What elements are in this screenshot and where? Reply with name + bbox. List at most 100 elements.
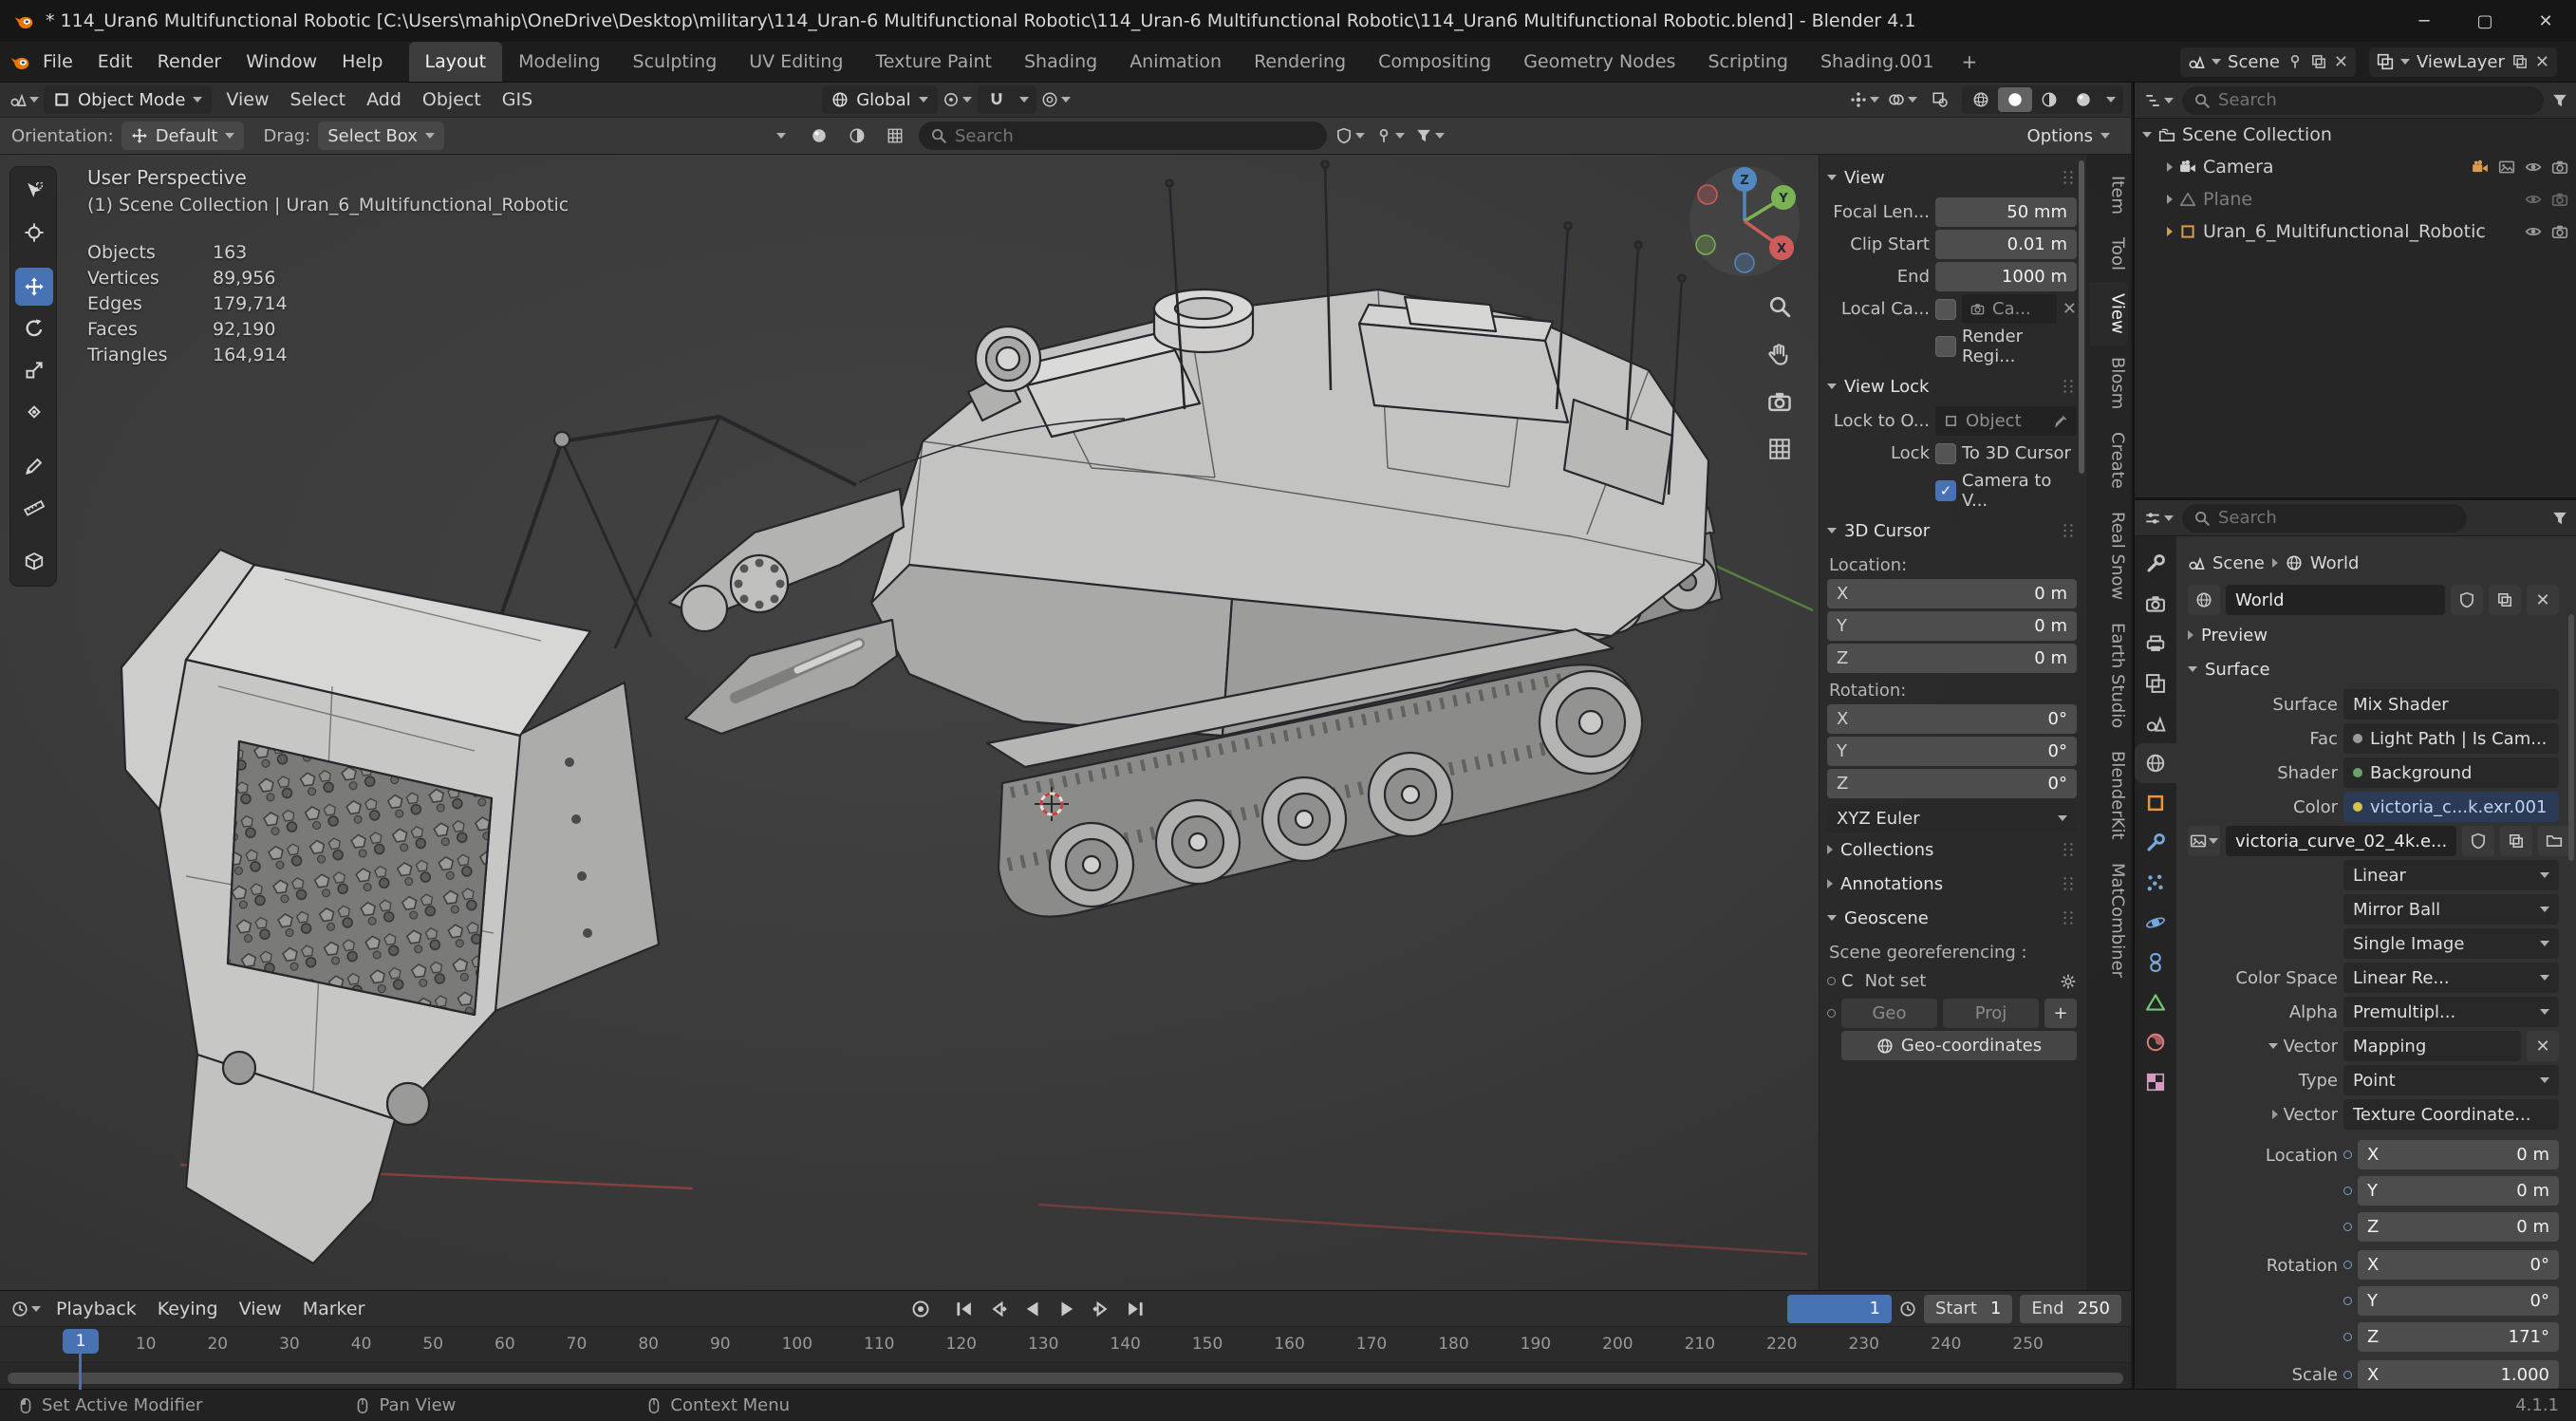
play-reverse-button[interactable] [1022, 1299, 1043, 1319]
viewport-menu[interactable]: Object [412, 89, 492, 110]
sidebar-tab[interactable]: Create [2090, 421, 2128, 500]
keyframe-dot[interactable] [2343, 1370, 2352, 1379]
grip-icon[interactable] [2060, 875, 2077, 892]
menubar-menu[interactable]: File [30, 42, 85, 82]
outliner-search[interactable] [2182, 85, 2544, 115]
hide-viewport-icon[interactable] [2525, 159, 2542, 176]
frame-start-field[interactable]: Start 1 [1923, 1294, 2013, 1323]
section-geoscene[interactable]: Geoscene [1827, 901, 2077, 935]
tab-view-layer[interactable] [2135, 664, 2176, 703]
shading-dropdown[interactable] [2100, 87, 2121, 112]
shading-material-button[interactable] [2032, 87, 2066, 112]
texture-coordinate-field[interactable]: Texture Coordinate... [2343, 1099, 2559, 1130]
camera-view-icon[interactable] [1763, 384, 1797, 419]
timeline-menu[interactable]: Playback [46, 1299, 147, 1319]
menubar-menu[interactable]: Edit [85, 42, 145, 82]
properties-search[interactable] [2182, 503, 2467, 533]
tab-texture[interactable] [2135, 1062, 2176, 1102]
pin-icon[interactable] [2287, 53, 2304, 70]
cursor-location-field[interactable]: Y0 m [1827, 611, 2077, 641]
shader-field[interactable]: Background [2343, 757, 2559, 788]
jump-to-end-button[interactable] [1125, 1299, 1146, 1319]
cursor-location-field[interactable]: X0 m [1827, 579, 2077, 608]
filter-icon[interactable] [2551, 510, 2568, 527]
color-image-link-field[interactable]: victoria_c...k.exr.001 [2343, 792, 2559, 822]
workspace-tab[interactable]: Shading [1008, 42, 1113, 82]
tool-search[interactable] [918, 122, 1327, 150]
menubar-menu[interactable]: Render [145, 42, 234, 82]
workspace-tab[interactable]: UV Editing [733, 42, 859, 82]
section-view[interactable]: View [1827, 160, 2077, 195]
menubar-menu[interactable]: Window [233, 42, 329, 82]
cursor-rotation-field[interactable]: Y 0° [1827, 737, 2077, 766]
clear-icon[interactable]: ✕ [2063, 299, 2077, 319]
grip-icon[interactable] [2060, 841, 2077, 858]
add-workspace-button[interactable]: + [1950, 50, 1988, 73]
outliner-row-camera[interactable]: Camera [2135, 151, 2576, 183]
rotation-x-field[interactable]: X 0° [2358, 1249, 2559, 1280]
section-surface[interactable]: Surface [2188, 652, 2559, 686]
grip-icon[interactable] [2060, 909, 2077, 926]
tool-cursor[interactable] [15, 214, 53, 252]
viewport-3d[interactable]: User Perspective (1) Scene Collection | … [0, 155, 2131, 1290]
flag-button[interactable] [1374, 122, 1407, 150]
image-name-field[interactable]: victoria_curve_02_4k.e... [2226, 826, 2457, 856]
workspace-tab[interactable]: Modeling [502, 42, 616, 82]
timeline-menu[interactable]: View [229, 1299, 292, 1319]
workspace-tab[interactable]: Compositing [1362, 42, 1507, 82]
proportional-edit-button[interactable] [1040, 85, 1073, 114]
grip-icon[interactable] [2060, 378, 2077, 395]
properties-editor-type-button[interactable] [2142, 504, 2175, 533]
disclosure-icon[interactable] [2167, 195, 2173, 204]
local-camera-field[interactable]: Ca... [1962, 294, 2057, 324]
workspace-tab[interactable]: Rendering [1238, 42, 1362, 82]
disclosure-icon[interactable] [2142, 132, 2152, 138]
tool-measure[interactable] [15, 489, 53, 527]
shading-rendered-button[interactable] [2066, 87, 2100, 112]
section-3d-cursor[interactable]: 3D Cursor [1827, 514, 2077, 548]
surface-shader-dropdown[interactable]: Mix Shader [2343, 689, 2559, 720]
scale-x-field[interactable]: X 1.000 [2358, 1359, 2559, 1389]
remove-icon[interactable]: ✕ [2535, 52, 2549, 72]
open-image-button[interactable] [2538, 826, 2571, 856]
location-y-field[interactable]: Y0 m [2358, 1175, 2559, 1206]
sidebar-tab[interactable]: BlenderKit [2090, 739, 2128, 851]
menubar-menu[interactable]: Help [329, 42, 395, 82]
workspace-tab[interactable]: Layout [408, 42, 503, 82]
toggle-xray-button[interactable] [1924, 85, 1956, 114]
proj-radio[interactable] [1827, 1009, 1836, 1018]
alpha-dropdown[interactable]: Premultipl... [2343, 997, 2559, 1027]
viewport-menu[interactable]: GIS [492, 89, 543, 110]
sidebar-tab[interactable]: Blosm [2090, 346, 2128, 421]
sidebar-tab[interactable]: Real Snow [2090, 500, 2128, 611]
copy-icon[interactable] [2511, 53, 2529, 70]
tool-annotate[interactable] [15, 447, 53, 485]
options-dropdown[interactable]: Options [2018, 122, 2119, 150]
viewport-menu[interactable]: Select [279, 89, 356, 110]
filter-icon[interactable] [2551, 92, 2568, 109]
geo-button[interactable]: Geo [1841, 999, 1937, 1028]
cursor-rotation-field[interactable]: X 0° [1827, 704, 2077, 734]
clip-start-field[interactable]: 0.01 m [1935, 230, 2077, 259]
timeline-menu[interactable]: Keying [147, 1299, 229, 1319]
shading-wireframe-button[interactable] [1964, 87, 1998, 112]
tab-object-data[interactable] [2135, 982, 2176, 1022]
outliner-search-input[interactable] [2218, 90, 2532, 110]
transform-orientation-dropdown[interactable]: Global [822, 85, 938, 114]
material-ball-icon[interactable] [803, 122, 835, 150]
breadcrumb-world[interactable]: World [2310, 553, 2360, 573]
timeline-playhead[interactable]: 1 [63, 1329, 99, 1354]
mode-dropdown[interactable]: Object Mode [44, 85, 213, 114]
workspace-tab[interactable]: Scripting [1691, 42, 1804, 82]
next-keyframe-button[interactable] [1091, 1299, 1111, 1319]
tool-rotate[interactable] [15, 309, 53, 347]
keyframe-dot[interactable] [2343, 1332, 2352, 1341]
rotation-y-field[interactable]: Y 0° [2358, 1285, 2559, 1316]
workspace-tab[interactable]: Geometry Nodes [1507, 42, 1691, 82]
copy-icon[interactable] [2310, 53, 2327, 70]
render-region-checkbox[interactable] [1935, 336, 1956, 357]
sidebar-tab[interactable]: Tool [2090, 226, 2128, 282]
sidebar-tab[interactable]: MatCombiner [2090, 851, 2128, 989]
cursor-location-field[interactable]: Z0 m [1827, 644, 2077, 673]
texture-grid-icon[interactable] [879, 122, 911, 150]
